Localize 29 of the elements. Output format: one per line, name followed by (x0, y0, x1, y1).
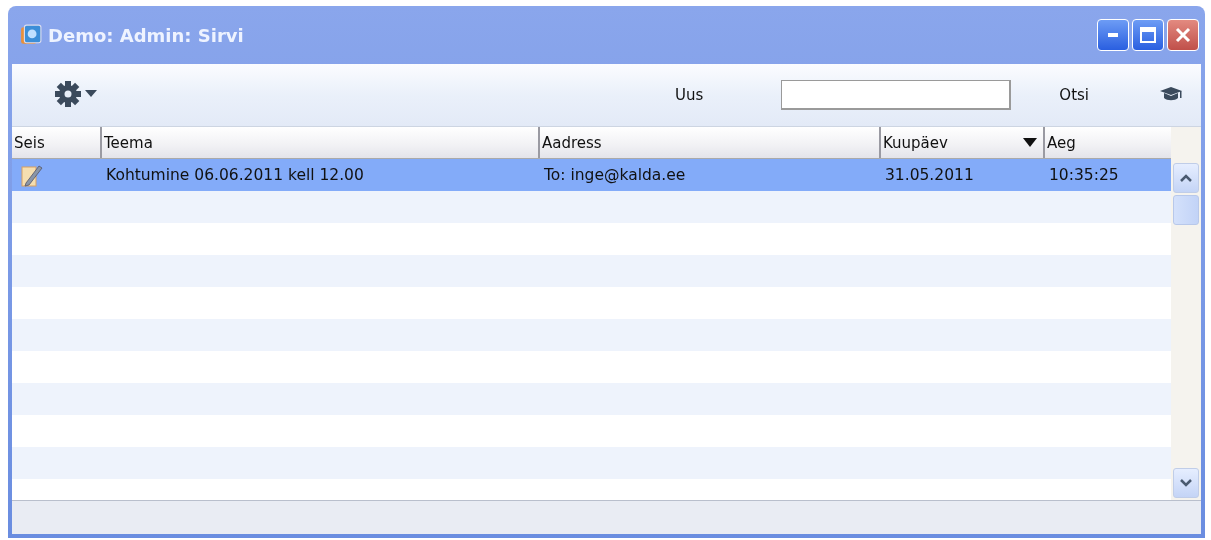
pencil-paper-icon (20, 163, 44, 187)
close-button[interactable] (1167, 19, 1199, 51)
scroll-down-button[interactable] (1173, 468, 1199, 498)
settings-icon (54, 79, 100, 108)
search-button[interactable]: Otsi (1059, 86, 1089, 104)
table-cell: To: inge@kalda.ee (544, 166, 686, 184)
table-cell: 31.05.2011 (885, 166, 974, 184)
window-title: Demo: Admin: Sirvi (48, 24, 244, 46)
column-header[interactable]: Teema (102, 127, 540, 158)
scroll-up-button[interactable] (1173, 163, 1199, 193)
new-button[interactable]: Uus (675, 86, 704, 104)
column-header[interactable]: Kuupäev (881, 127, 1045, 158)
chevron-up-icon (1180, 174, 1192, 182)
column-header[interactable]: Seis (12, 127, 102, 158)
app-icon (20, 24, 42, 46)
chevron-down-icon (1180, 479, 1192, 487)
graduation-cap-icon (1159, 85, 1183, 102)
close-icon (1175, 27, 1191, 43)
scrollbar[interactable] (1171, 127, 1201, 500)
table-cell: Kohtumine 06.06.2011 kell 12.00 (106, 166, 364, 184)
minimize-icon (1108, 33, 1118, 37)
minimize-button[interactable] (1097, 19, 1129, 51)
table-cell: 10:35:25 (1049, 166, 1119, 184)
scroll-thumb[interactable] (1173, 195, 1199, 225)
maximize-button[interactable] (1132, 19, 1164, 51)
column-header[interactable]: Aadress (540, 127, 881, 158)
maximize-icon (1140, 27, 1156, 43)
search-field[interactable] (781, 80, 1012, 110)
table-row[interactable]: Kohtumine 06.06.2011 kell 12.00 To: inge@kalda.ee 31.05.2011 10:35:25 (12, 159, 1171, 191)
